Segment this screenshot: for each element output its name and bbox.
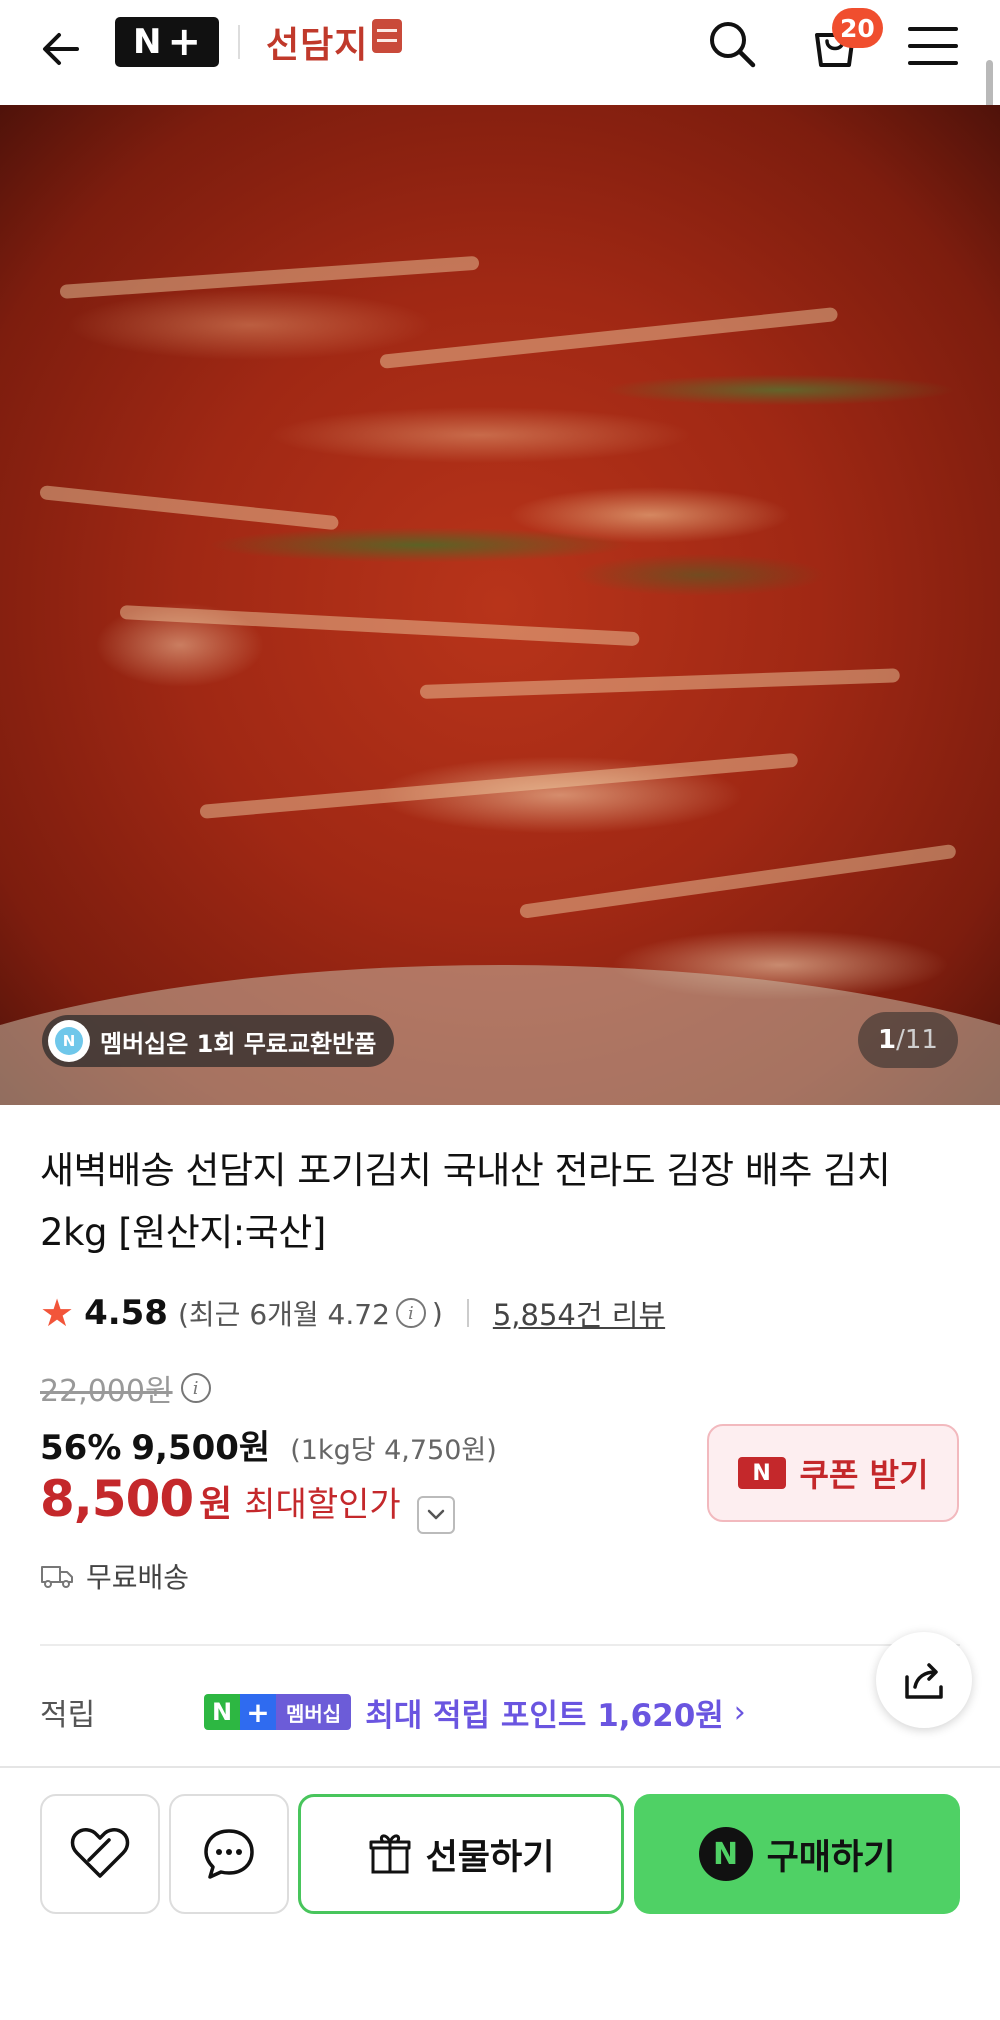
naver-plus-logo[interactable]: N + xyxy=(115,17,219,67)
best-price-row: 8,500 원 최대할인가 xyxy=(40,1470,455,1534)
cart-button[interactable]: 20 xyxy=(800,8,883,80)
image-page-indicator: 1 /11 xyxy=(858,1012,958,1068)
chat-button[interactable] xyxy=(169,1794,289,1914)
coupon-label: 쿠폰 받기 xyxy=(799,1456,929,1494)
search-button[interactable] xyxy=(700,12,764,76)
best-price-won: 원 xyxy=(199,1484,233,1525)
recent-rating[interactable]: (최근 6개월 4.72 i ) xyxy=(178,1293,443,1333)
wishlist-button[interactable] xyxy=(40,1794,160,1914)
review-count-link[interactable]: 5,854건 리뷰 xyxy=(493,1292,665,1334)
back-arrow-icon xyxy=(43,33,79,65)
section-divider xyxy=(40,1644,960,1646)
shipping-row: 무료배송 xyxy=(40,1556,189,1596)
brand-name: 선담지 xyxy=(266,24,369,66)
buy-button[interactable]: N 구매하기 xyxy=(634,1794,960,1914)
brand-seal-icon xyxy=(372,19,403,53)
store-brand-logo[interactable]: 선담지 xyxy=(266,14,403,70)
get-coupon-button[interactable]: N 쿠폰 받기 xyxy=(707,1424,959,1522)
search-icon xyxy=(710,22,756,68)
points-row[interactable]: 적립 N + 멤버십 최대 적립 포인트 1,620원 › xyxy=(40,1690,940,1734)
chat-icon xyxy=(204,1829,254,1879)
best-price: 8,500 xyxy=(40,1470,194,1528)
shipping-text: 무료배송 xyxy=(86,1561,190,1594)
cabbage-streak xyxy=(59,255,480,299)
logo-n-letter: N xyxy=(133,22,162,62)
product-image-carousel[interactable] xyxy=(0,105,1000,1105)
unit-price: (1kg당 4,750원) xyxy=(290,1435,497,1466)
sale-price: 9,500원 xyxy=(131,1428,271,1468)
gift-icon xyxy=(369,1834,411,1874)
sale-price-row: 56% 9,500원 (1kg당 4,750원) xyxy=(40,1420,497,1469)
logo-divider xyxy=(238,25,240,59)
chevron-right-icon: › xyxy=(733,1694,746,1730)
naver-pay-icon: N xyxy=(698,1827,753,1881)
cabbage-streak xyxy=(119,605,640,647)
cabbage-streak xyxy=(379,306,839,369)
gift-label: 선물하기 xyxy=(425,1837,555,1878)
price-info-icon[interactable]: i xyxy=(180,1373,211,1403)
menu-button[interactable] xyxy=(900,14,966,78)
cabbage-streak xyxy=(519,843,957,919)
menu-icon xyxy=(908,27,958,65)
cabbage-streak xyxy=(419,668,900,699)
nplus-membership-badge: N + 멤버십 xyxy=(204,1694,352,1730)
coupon-n-icon: N xyxy=(737,1457,786,1489)
product-title: 새벽배송 선담지 포기김치 국내산 전라도 김장 배추 김치 2kg [원산지:… xyxy=(40,1149,891,1254)
top-header: N + 선담지 20 xyxy=(0,0,1000,116)
cabbage-streak xyxy=(39,485,340,531)
membership-chip-text: 멤버십은 1회 무료교환반품 xyxy=(100,1029,377,1058)
best-price-label: 최대할인가 xyxy=(244,1485,401,1525)
original-price-row: 22,000원 i xyxy=(40,1366,211,1410)
info-icon[interactable]: i xyxy=(395,1298,426,1328)
truck-icon xyxy=(41,1566,73,1588)
heart-icon xyxy=(70,1828,130,1878)
back-button[interactable] xyxy=(30,18,92,80)
cabbage-streak xyxy=(199,752,799,819)
membership-return-icon: N xyxy=(48,1020,90,1062)
bottom-action-bar: 선물하기 N 구매하기 xyxy=(0,1766,1000,2020)
max-points-text: 최대 적립 포인트 1,620원 xyxy=(365,1697,724,1734)
membership-free-return-chip: N 멤버십은 1회 무료교환반품 xyxy=(42,1015,395,1067)
page-current: 1 xyxy=(878,1025,897,1055)
rating-separator xyxy=(466,1299,469,1327)
discount-percent: 56% xyxy=(40,1428,122,1468)
logo-plus-sign: + xyxy=(167,19,201,65)
gift-button[interactable]: 선물하기 xyxy=(298,1794,624,1914)
rating-row: ★ 4.58 (최근 6개월 4.72 i ) 5,854건 리뷰 xyxy=(40,1288,665,1338)
star-icon: ★ xyxy=(40,1291,75,1335)
best-price-dropdown[interactable] xyxy=(416,1496,455,1534)
points-label: 적립 xyxy=(40,1698,96,1733)
page-total: /11 xyxy=(896,1025,938,1055)
cart-count-badge: 20 xyxy=(832,8,883,48)
original-price: 22,000원 xyxy=(40,1374,173,1409)
buy-label: 구매하기 xyxy=(766,1837,896,1878)
chevron-down-icon xyxy=(427,1509,444,1520)
rating-score: 4.58 xyxy=(84,1293,168,1333)
